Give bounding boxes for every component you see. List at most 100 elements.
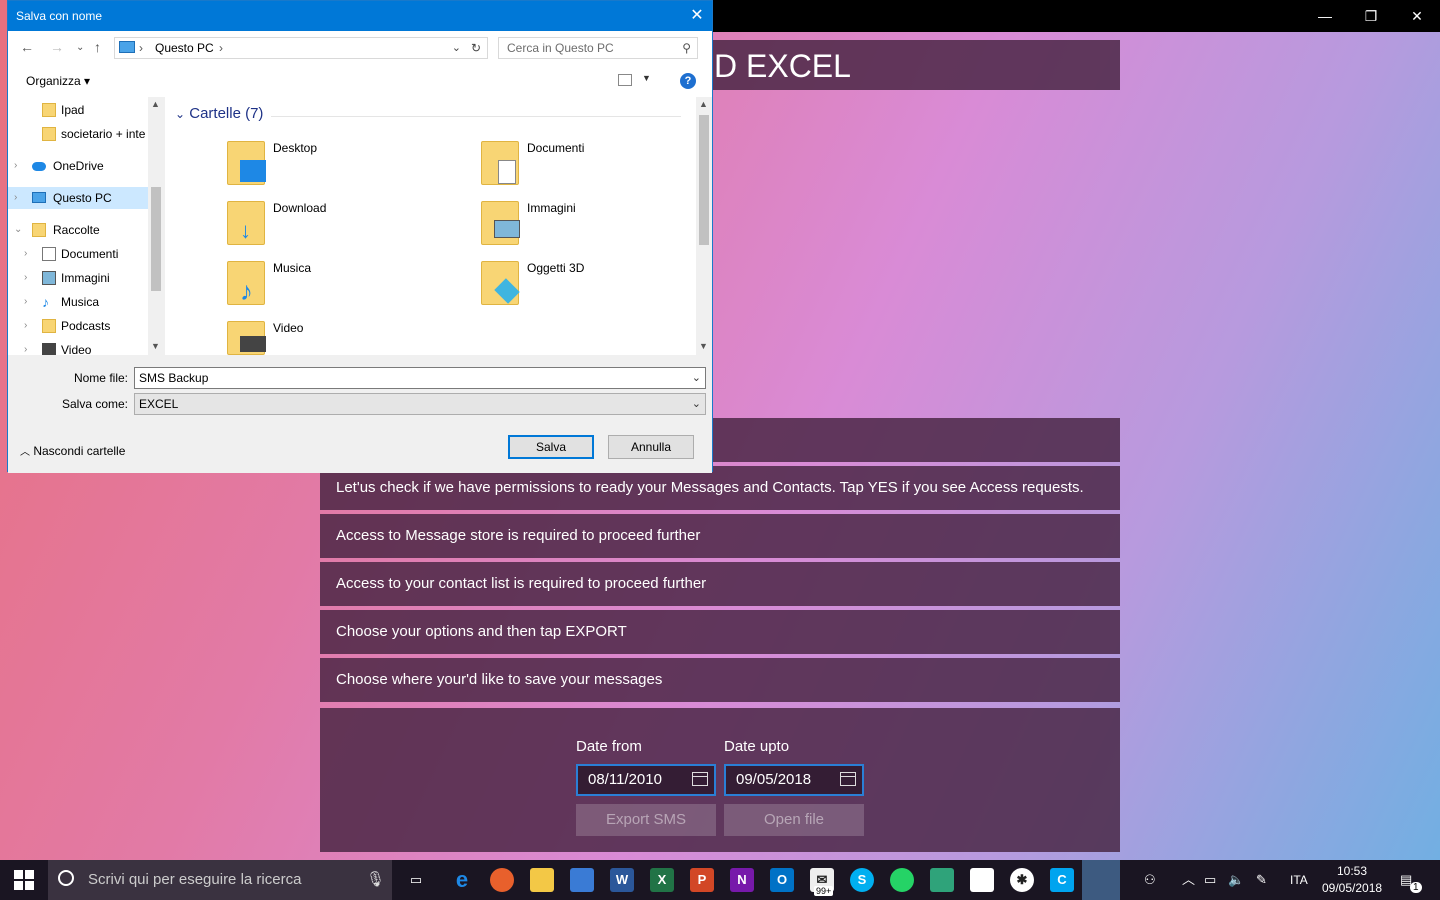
excel-icon[interactable]: X — [650, 868, 674, 892]
chevron-right-icon[interactable]: › — [14, 187, 17, 209]
tree-item-onedrive[interactable]: › OneDrive — [8, 155, 148, 177]
chevron-right-icon[interactable]: › — [14, 155, 17, 177]
address-bar[interactable]: › Questo PC › ⌄ ↻ — [114, 37, 488, 59]
date-upto-picker[interactable]: 09/05/2018 — [724, 764, 864, 796]
up-arrow-icon[interactable]: ↑ — [94, 39, 101, 55]
chevron-right-icon[interactable]: › — [24, 243, 27, 265]
windows-start-icon[interactable] — [14, 870, 34, 890]
volume-icon[interactable]: 🔈 — [1228, 860, 1244, 900]
tree-item-ipad[interactable]: Ipad — [8, 99, 148, 121]
scroll-down-icon[interactable]: ▼ — [151, 341, 160, 351]
folder-oggetti-3d[interactable]: Oggetti 3D — [481, 261, 721, 315]
dialog-title: Salva con nome — [16, 9, 103, 23]
mail-badge: 99+ — [814, 886, 834, 896]
tree-item-societario[interactable]: societario + inte — [8, 123, 148, 145]
minimize-button[interactable]: — — [1302, 0, 1348, 32]
dialog-close-button[interactable]: ✕ — [682, 1, 712, 31]
tree-item-label: Podcasts — [61, 319, 111, 333]
scroll-down-icon[interactable]: ▼ — [699, 341, 708, 351]
savetype-select[interactable]: EXCEL ⌄ — [134, 393, 706, 415]
date-from-picker[interactable]: 08/11/2010 — [576, 764, 716, 796]
export-sms-button[interactable]: Export SMS — [576, 804, 716, 836]
content-scrollbar[interactable]: ▲ ▼ — [696, 97, 712, 355]
whatsapp-icon[interactable] — [890, 868, 914, 892]
edge-icon[interactable]: e — [450, 868, 474, 892]
c-app-icon[interactable]: C — [1050, 868, 1074, 892]
folder-name: Video — [273, 321, 304, 335]
chevron-right-icon[interactable]: › — [24, 339, 27, 355]
group-header[interactable]: ⌄ Cartelle (7) — [175, 105, 263, 122]
chevron-right-icon[interactable]: › — [24, 315, 27, 337]
computer-icon — [119, 41, 135, 53]
file-explorer-icon[interactable] — [530, 868, 554, 892]
breadcrumb-questo-pc[interactable]: Questo PC — [155, 38, 214, 58]
filename-input[interactable]: SMS Backup ⌄ — [134, 367, 706, 389]
network-icon[interactable]: ▭ — [1204, 860, 1216, 900]
chevron-down-icon[interactable]: ⌄ — [14, 219, 22, 241]
scroll-up-icon[interactable]: ▲ — [151, 99, 160, 109]
open-file-button[interactable]: Open file — [724, 804, 864, 836]
language-indicator[interactable]: ITA — [1290, 860, 1308, 900]
search-input[interactable]: Cerca in Questo PC ⚲ — [498, 37, 698, 59]
folder-documenti[interactable]: Documenti — [481, 141, 721, 195]
step-options: Choose your options and then tap EXPORT — [320, 610, 1120, 654]
skype-icon[interactable]: S — [850, 868, 874, 892]
action-center-icon[interactable]: ▤ — [1400, 860, 1412, 900]
tree-item-documenti[interactable]: › Documenti — [8, 243, 148, 265]
task-view-icon[interactable]: ▭ — [404, 868, 428, 892]
cancel-button[interactable]: Annulla — [608, 435, 694, 459]
tree-item-questo-pc[interactable]: › Questo PC — [8, 187, 148, 209]
chevron-down-icon[interactable]: ⌄ — [692, 394, 701, 414]
maximize-button[interactable]: ❐ — [1348, 0, 1394, 32]
nav-scrollbar[interactable]: ▲ ▼ — [148, 97, 164, 355]
chevron-right-icon[interactable]: › — [24, 267, 27, 289]
documents-folder-icon — [481, 141, 519, 185]
address-dropdown-icon[interactable]: ⌄ — [452, 38, 461, 58]
active-app-icon[interactable] — [1082, 860, 1120, 900]
outlook-icon[interactable]: O — [770, 868, 794, 892]
tree-item-raccolte[interactable]: ⌄ Raccolte — [8, 219, 148, 241]
tree-item-podcasts[interactable]: › Podcasts — [8, 315, 148, 337]
view-options-icon[interactable] — [618, 74, 632, 86]
pen-icon[interactable]: ✎ — [1256, 860, 1267, 900]
people-icon[interactable]: ⚇ — [1144, 860, 1156, 900]
save-button[interactable]: Salva — [508, 435, 594, 459]
folder-musica[interactable]: ♪ Musica — [227, 261, 467, 315]
clock[interactable]: 10:53 09/05/2018 — [1322, 863, 1382, 897]
tree-item-musica[interactable]: › ♪ Musica — [8, 291, 148, 313]
help-icon[interactable]: ? — [680, 73, 696, 89]
microphone-icon[interactable]: 🎙 — [366, 860, 385, 900]
close-button[interactable]: ✕ — [1394, 0, 1440, 32]
scroll-up-icon[interactable]: ▲ — [699, 99, 708, 109]
settings-icon[interactable]: ✱ — [1010, 868, 1034, 892]
firefox-icon[interactable] — [490, 868, 514, 892]
tree-item-video[interactable]: › Video — [8, 339, 148, 355]
film-icon — [240, 336, 266, 352]
view-dropdown-icon[interactable]: ▼ — [642, 73, 651, 83]
back-arrow-icon[interactable]: ← — [20, 39, 34, 55]
word-icon[interactable]: W — [610, 868, 634, 892]
store-icon[interactable] — [570, 868, 594, 892]
tray-expand-icon[interactable]: ︿ — [1182, 860, 1195, 900]
scroll-thumb[interactable] — [151, 187, 161, 291]
folder-immagini[interactable]: Immagini — [481, 201, 721, 255]
tree-item-label: Musica — [61, 295, 100, 309]
date-from-label: Date from — [576, 738, 642, 755]
chevron-down-icon[interactable]: ⌄ — [692, 368, 701, 388]
tree-item-immagini[interactable]: › Immagini — [8, 267, 148, 289]
recent-locations-icon[interactable]: ⌄ — [76, 42, 84, 53]
onenote-icon[interactable]: N — [730, 868, 754, 892]
organize-menu[interactable]: Organizza ▾ — [26, 74, 90, 88]
document-app-icon[interactable] — [970, 868, 994, 892]
refresh-icon[interactable]: ↻ — [471, 38, 481, 58]
folder-desktop[interactable]: Desktop — [227, 141, 467, 195]
powerpoint-icon[interactable]: P — [690, 868, 714, 892]
hide-folders-label: Nascondi cartelle — [33, 444, 126, 458]
taskbar-search-input[interactable]: Scrivi qui per eseguire la ricerca 🎙 — [48, 860, 392, 900]
hide-folders-toggle[interactable]: ︿ Nascondi cartelle — [20, 443, 125, 458]
planner-icon[interactable] — [930, 868, 954, 892]
chevron-right-icon[interactable]: › — [24, 291, 27, 313]
forward-arrow-icon[interactable]: → — [50, 39, 64, 55]
scroll-thumb[interactable] — [699, 115, 709, 245]
folder-download[interactable]: ↓ Download — [227, 201, 467, 255]
